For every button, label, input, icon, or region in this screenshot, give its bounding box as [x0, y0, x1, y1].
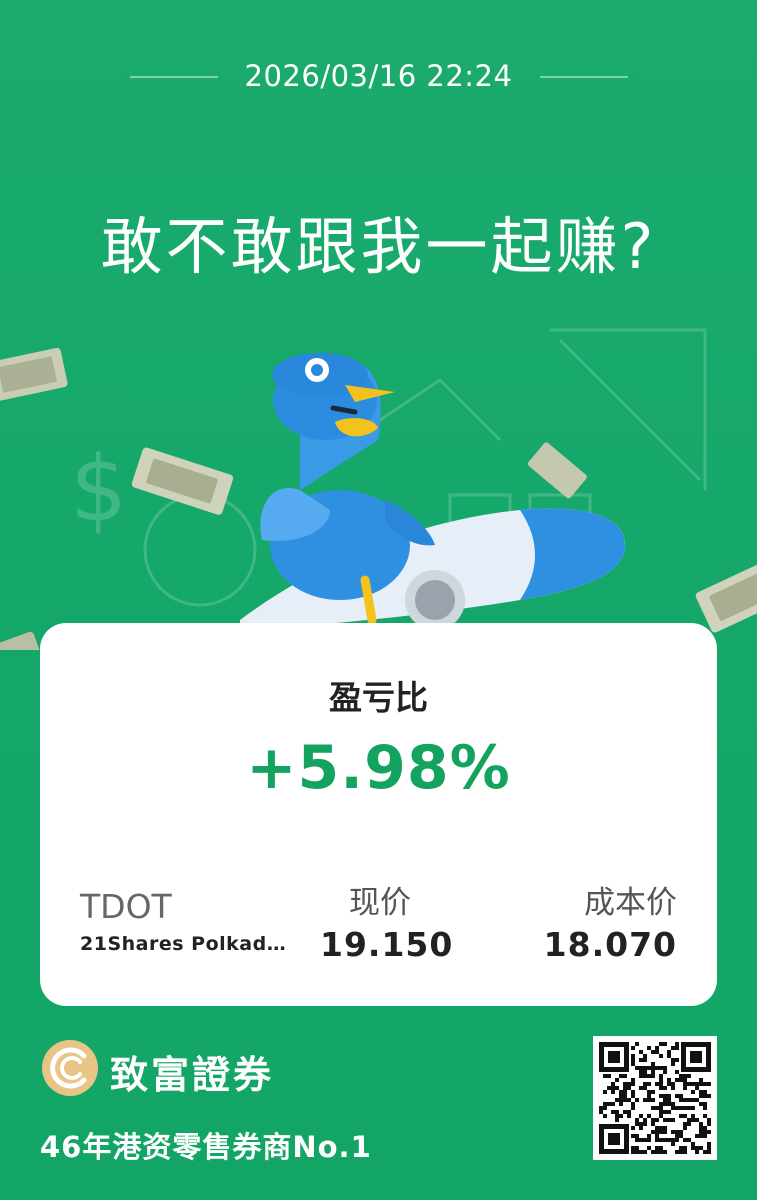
cost-price-value: 18.070: [543, 925, 677, 964]
datetime-text: 2026/03/16 22:24: [244, 59, 513, 93]
banknote-icon: [527, 442, 587, 499]
cost-price-label: 成本价: [584, 885, 677, 921]
pnl-ratio-value: +5.98%: [246, 733, 511, 803]
security-name: 21Shares Polkad…: [80, 933, 287, 955]
share-card-page: 2026/03/16 22:24 敢不敢跟我一起赚? $ 盈亏比 +5.98% …: [0, 0, 757, 1200]
current-price-label: 现价: [349, 885, 411, 921]
headline: 敢不敢跟我一起赚?: [100, 210, 657, 283]
brand-slogan: 46年港资零售券商No.1: [40, 1130, 372, 1164]
pnl-card: 盈亏比 +5.98% TDOT 21Shares Polkad… 现价 19.1…: [40, 623, 717, 1006]
date-divider-right: [540, 76, 628, 78]
qr-code[interactable]: [593, 1036, 717, 1160]
date-row: 2026/03/16 22:24: [0, 55, 757, 99]
banknote-icon: [0, 347, 68, 402]
banknote-icon: [695, 561, 757, 633]
mascot-illustration: $: [0, 328, 757, 650]
banknote-icon: [131, 447, 234, 515]
current-price-value: 19.150: [320, 925, 454, 964]
svg-text:$: $: [70, 437, 127, 542]
ticker-symbol: TDOT: [80, 887, 172, 926]
brand-name: 致富證券: [110, 1053, 275, 1097]
pnl-ratio-label: 盈亏比: [329, 678, 428, 717]
brand-logo: 致富證券: [40, 1038, 340, 1098]
company-logo-icon: [42, 1040, 98, 1096]
